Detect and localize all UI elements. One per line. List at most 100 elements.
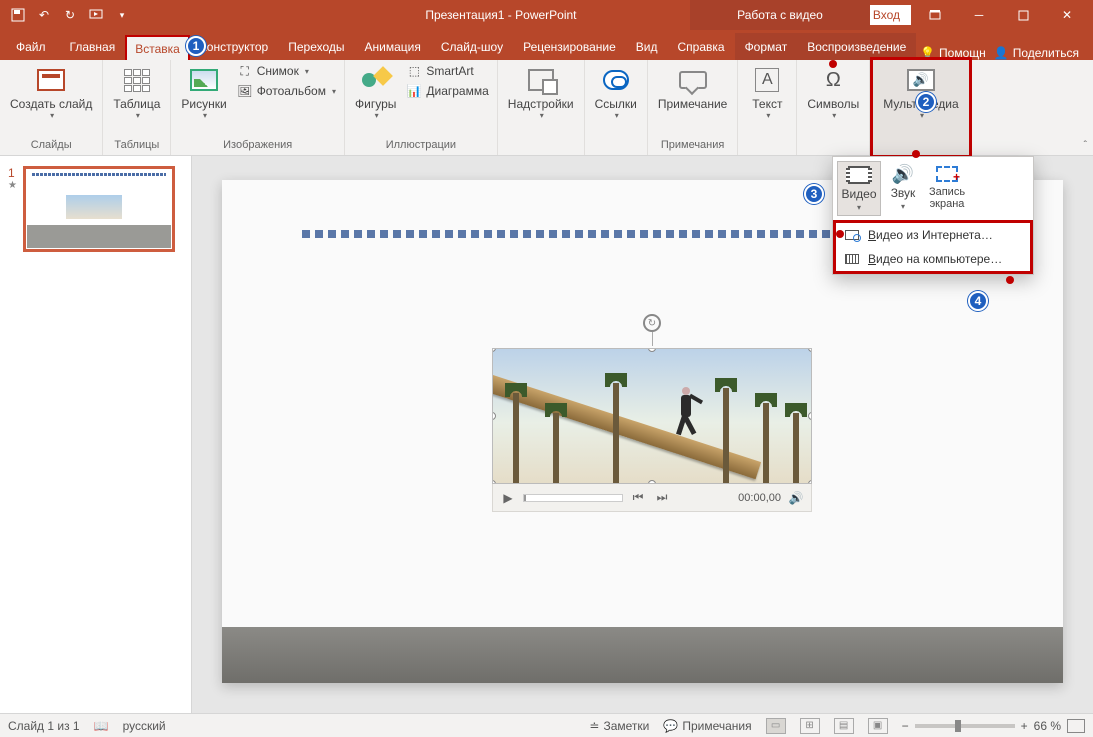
tab-insert[interactable]: Вставка bbox=[125, 35, 190, 60]
tab-help[interactable]: Справка bbox=[667, 33, 734, 60]
annotation-dot bbox=[912, 150, 920, 158]
step-forward-icon[interactable]: ⏭ bbox=[653, 489, 671, 507]
tab-design-label: Конструктор bbox=[200, 40, 268, 54]
video-frame[interactable] bbox=[492, 348, 812, 484]
resize-handle[interactable] bbox=[808, 412, 812, 420]
pictures-label: Рисунки bbox=[181, 98, 226, 111]
resize-handle[interactable] bbox=[492, 348, 496, 352]
collapse-ribbon-icon[interactable]: ˆ bbox=[1084, 140, 1087, 151]
tab-slideshow[interactable]: Слайд-шоу bbox=[431, 33, 513, 60]
start-slideshow-icon[interactable] bbox=[84, 3, 108, 27]
minimize-icon[interactable]: ─ bbox=[959, 0, 999, 30]
tab-review[interactable]: Рецензирование bbox=[513, 33, 626, 60]
comments-button[interactable]: 💬 Примечания bbox=[663, 719, 751, 733]
zoom-slider[interactable] bbox=[915, 724, 1015, 728]
comment-label: Примечание bbox=[658, 98, 727, 111]
audio-dropdown-button[interactable]: 🔊 Звук▾ bbox=[881, 161, 925, 216]
tab-format[interactable]: Формат bbox=[735, 33, 798, 60]
contextual-tab-title: Работа с видео bbox=[737, 8, 823, 22]
photo-album-button[interactable]: 🖼Фотоальбом bbox=[235, 82, 338, 100]
new-slide-button[interactable]: Создать слайд bbox=[6, 62, 96, 122]
normal-view-icon[interactable]: ▭ bbox=[766, 718, 786, 734]
comment-button[interactable]: Примечание bbox=[654, 62, 731, 113]
tab-view[interactable]: Вид bbox=[626, 33, 668, 60]
zoom-thumb[interactable] bbox=[955, 720, 961, 732]
tab-playback-label: Воспроизведение bbox=[807, 40, 906, 54]
zoom-percent[interactable]: 66 % bbox=[1034, 719, 1061, 733]
zoom-in-icon[interactable]: + bbox=[1021, 719, 1028, 733]
addins-button[interactable]: Надстройки bbox=[504, 62, 578, 122]
table-label: Таблица bbox=[113, 98, 160, 111]
qat-customize-icon[interactable]: ▾ bbox=[110, 3, 134, 27]
menu-online-video[interactable]: Видео из Интернета… bbox=[836, 223, 1030, 247]
comments-label: Примечания bbox=[682, 719, 751, 733]
tab-transitions[interactable]: Переходы bbox=[278, 33, 354, 60]
audio-label: Звук bbox=[891, 186, 916, 200]
tab-help-label: Справка bbox=[677, 40, 724, 54]
tab-insert-label: Вставка bbox=[135, 42, 180, 56]
resize-handle[interactable] bbox=[492, 412, 496, 420]
video-label: Видео bbox=[841, 187, 876, 201]
table-button[interactable]: Таблица bbox=[109, 62, 164, 122]
redo-icon[interactable]: ↻ bbox=[58, 3, 82, 27]
menu-video-on-pc[interactable]: Видео на компьютере… bbox=[836, 247, 1030, 271]
screenshot-label: Снимок bbox=[257, 64, 299, 78]
quick-access-toolbar: ↶ ↻ ▾ bbox=[0, 3, 140, 27]
step-back-icon[interactable]: ⏮ bbox=[629, 489, 647, 507]
tab-file[interactable]: Файл bbox=[6, 33, 56, 60]
tab-animations[interactable]: Анимация bbox=[355, 33, 431, 60]
resize-handle[interactable] bbox=[648, 480, 656, 484]
share-button[interactable]: 👤Поделиться bbox=[994, 46, 1079, 60]
progress-slider[interactable] bbox=[523, 494, 623, 502]
video-dropdown-button[interactable]: Видео▾ bbox=[837, 161, 881, 216]
fit-to-window-icon[interactable] bbox=[1067, 719, 1085, 733]
shapes-button[interactable]: Фигуры bbox=[351, 62, 400, 122]
group-addins: Надстройки bbox=[498, 60, 585, 155]
language-button[interactable]: русский bbox=[123, 719, 166, 733]
thumbnail-preview[interactable] bbox=[23, 166, 175, 252]
play-icon[interactable]: ▶ bbox=[499, 489, 517, 507]
resize-handle[interactable] bbox=[808, 480, 812, 484]
resize-handle[interactable] bbox=[808, 348, 812, 352]
tab-file-label: Файл bbox=[16, 40, 46, 54]
menu-file-label: Видео на компьютере… bbox=[868, 252, 1002, 266]
comment-icon bbox=[677, 64, 709, 96]
notes-button[interactable]: ≐ Заметки bbox=[589, 719, 649, 733]
thumbnail-1[interactable]: 1 ★ bbox=[8, 166, 183, 252]
spellcheck-icon[interactable]: 📖 bbox=[94, 719, 109, 733]
slideshow-view-icon[interactable]: ▣ bbox=[868, 718, 888, 734]
video-object[interactable]: ▶ ⏮ ⏭ 00:00,00 🔊 bbox=[492, 348, 812, 512]
time-label: 00:00,00 bbox=[738, 492, 781, 504]
undo-icon[interactable]: ↶ bbox=[32, 3, 56, 27]
maximize-icon[interactable] bbox=[1003, 0, 1043, 30]
screen-recording-button[interactable]: Запись экрана bbox=[925, 161, 969, 216]
tab-home-label: Главная bbox=[70, 40, 116, 54]
ribbon-display-options-icon[interactable] bbox=[915, 0, 955, 30]
resize-handle[interactable] bbox=[648, 348, 656, 352]
screenshot-button[interactable]: ⛶ Снимок bbox=[235, 62, 338, 80]
reading-view-icon[interactable]: ▤ bbox=[834, 718, 854, 734]
smartart-button[interactable]: ⬚SmartArt bbox=[404, 62, 490, 80]
slide-thumbnails-pane[interactable]: 1 ★ bbox=[0, 156, 192, 713]
slide-sorter-icon[interactable]: ⊞ bbox=[800, 718, 820, 734]
chart-button[interactable]: 📊Диаграмма bbox=[404, 82, 490, 100]
rotate-handle-icon[interactable] bbox=[643, 314, 661, 332]
tab-home[interactable]: Главная bbox=[60, 33, 126, 60]
slide-counter[interactable]: Слайд 1 из 1 bbox=[8, 719, 80, 733]
group-illustrations-label: Иллюстрации bbox=[386, 137, 456, 153]
save-icon[interactable] bbox=[6, 3, 30, 27]
zoom-out-icon[interactable]: − bbox=[902, 719, 909, 733]
text-button[interactable]: A Текст bbox=[744, 62, 790, 122]
annotation-1: 1 bbox=[186, 36, 206, 56]
tab-playback[interactable]: Воспроизведение bbox=[797, 33, 916, 60]
pictures-button[interactable]: Рисунки bbox=[177, 62, 230, 122]
links-button[interactable]: Ссылки bbox=[591, 62, 641, 122]
screenshot-icon: ⛶ bbox=[237, 63, 253, 79]
annotation-2-label: 2 bbox=[923, 95, 930, 109]
close-icon[interactable]: ✕ bbox=[1047, 0, 1087, 30]
symbols-button[interactable]: Ω Символы bbox=[803, 62, 863, 122]
resize-handle[interactable] bbox=[492, 480, 496, 484]
annotation-3-label: 3 bbox=[811, 187, 818, 201]
table-icon bbox=[121, 64, 153, 96]
volume-icon[interactable]: 🔊 bbox=[787, 489, 805, 507]
